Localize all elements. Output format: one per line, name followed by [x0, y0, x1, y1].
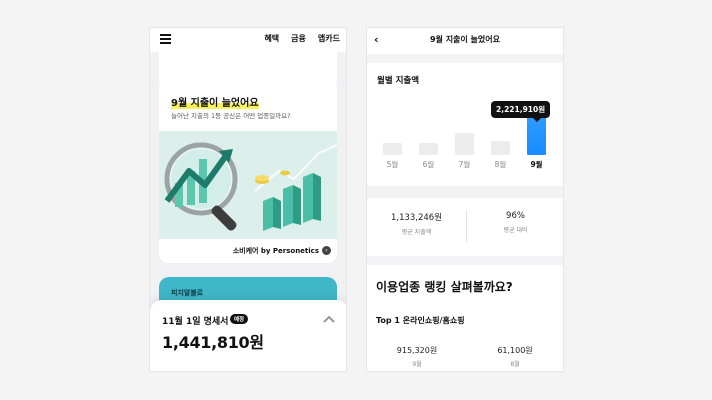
- bar-label-8월: 8월: [495, 159, 507, 169]
- statement-title: 11월 1일 명세서: [162, 317, 229, 327]
- next-card-label: 피지알볼로: [171, 289, 204, 297]
- detail-header: ‹ 9월 지출이 늘었어요: [367, 28, 563, 54]
- detail-title: 9월 지출이 늘었어요: [429, 35, 501, 44]
- card-subtitle: 늘어난 지출의 1등 공신은 어떤 업종일까요?: [171, 112, 291, 120]
- nav-finance[interactable]: 금융: [291, 33, 306, 44]
- monthly-bar-chart: 5월 6월 7월 8월 9월: [383, 115, 546, 169]
- rank-amount-current: 915,320원: [396, 346, 438, 355]
- stat-average-value: 1,133,246원: [390, 213, 443, 223]
- statement-badge: 예정: [230, 314, 249, 324]
- rank-month-current: 9월: [412, 361, 422, 368]
- hamburger-icon[interactable]: [160, 34, 171, 44]
- card-footer[interactable]: 소비케어 by Personetics ›: [159, 240, 337, 263]
- statement-amount: 1,441,810원: [162, 333, 264, 352]
- card-title-wrap: 9월 지출이 늘었어요: [171, 94, 259, 109]
- stats-section: 1,133,246원 평균 지출액 96% 평균 대비: [367, 198, 563, 256]
- stat-ratio-label: 평균 대비: [503, 227, 528, 234]
- bar-label-7월: 7월: [459, 159, 471, 169]
- home-screen: 혜택 금융 앱카드 9월 지출이 늘었어요 늘어난 지출의 1등 공신은 어떤 …: [149, 27, 347, 372]
- spending-insight-card[interactable]: 9월 지출이 늘었어요 늘어난 지출의 1등 공신은 어떤 업종일까요? 소비케…: [159, 80, 337, 263]
- card-footer-label: 소비케어 by Personetics: [232, 247, 319, 255]
- bar-6월[interactable]: [419, 143, 438, 155]
- monthly-spending-section: 월별 지출액 5월 6월 7월 8월 9월 2,221,910원: [367, 63, 563, 186]
- ranking-heading: 이용업종 랭킹 살펴볼까요?: [376, 280, 513, 294]
- nav-appcard[interactable]: 앱카드: [318, 33, 340, 44]
- chevron-up-icon[interactable]: [322, 314, 336, 324]
- bar-5월[interactable]: [383, 143, 402, 155]
- top-nav: 혜택 금융 앱카드: [264, 33, 340, 44]
- nav-benefits[interactable]: 혜택: [264, 33, 279, 44]
- chart-tooltip: 2,221,910원: [491, 101, 551, 122]
- bar-8월[interactable]: [491, 141, 510, 155]
- card-title: 9월 지출이 늘었어요: [171, 98, 259, 109]
- ranking-section: 이용업종 랭킹 살펴볼까요? Top 1 온라인쇼핑/홈쇼핑 915,320원 …: [367, 265, 563, 371]
- ranking-top-label: Top 1 온라인쇼핑/홈쇼핑: [376, 316, 465, 325]
- detail-screen: ‹ 9월 지출이 늘었어요 월별 지출액 5월 6월 7월 8월 9월 2,221,91…: [366, 27, 564, 372]
- chevron-right-icon[interactable]: ›: [322, 246, 331, 255]
- statement-sheet[interactable]: 11월 1일 명세서 예정 1,441,810원: [150, 300, 346, 371]
- stat-ratio: 96% 평균 대비: [466, 211, 563, 234]
- bar-label-6월: 6월: [423, 159, 435, 169]
- rank-amount-previous: 61,100원: [497, 346, 533, 355]
- magnifier-chart-illustration: [159, 131, 337, 239]
- bar-label-9월: 9월: [530, 159, 542, 169]
- rank-month-previous: 8월: [510, 361, 520, 368]
- stat-average: 1,133,246원 평균 지출액: [367, 211, 466, 236]
- top-bar: 혜택 금융 앱카드: [150, 28, 346, 52]
- stat-ratio-value: 96%: [506, 211, 525, 221]
- stat-average-label: 평균 지출액: [401, 229, 432, 236]
- bar-7월[interactable]: [455, 133, 474, 155]
- bar-label-5월: 5월: [387, 159, 399, 169]
